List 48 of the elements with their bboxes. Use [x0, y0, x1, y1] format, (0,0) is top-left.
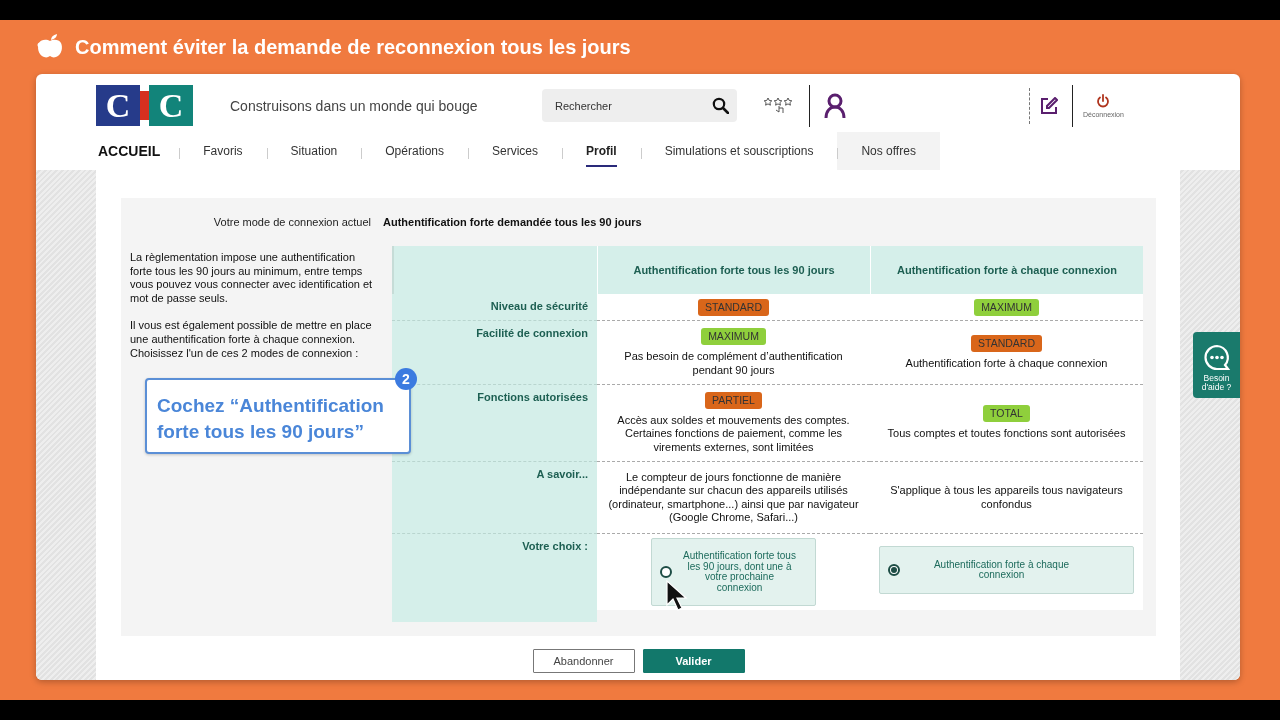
edit-icon[interactable]	[1040, 96, 1058, 115]
user-icon[interactable]	[824, 92, 846, 119]
nav-tab[interactable]: Services	[468, 132, 562, 170]
help-button[interactable]: Besoin d'aide ?	[1193, 332, 1240, 398]
search-field[interactable]: Rechercher	[542, 89, 737, 122]
tagline: Construisons dans un monde qui bouge	[230, 97, 479, 114]
column-header: Authentification forte tous les 90 jours	[597, 246, 870, 294]
radio-button[interactable]	[660, 566, 672, 578]
field-value: Authentification forte demandée tous les 90 jours	[383, 216, 642, 228]
confirm-button[interactable]: Valider	[642, 649, 745, 673]
paragraph: La règlementation impose une authentification forte tous les 90 jours au minimum, entre temps vous pouvez vous connecter avec identification et mot de passe seuls.	[130, 251, 374, 306]
cell-text: Pas besoin de complément d’authentification pendant 90 jours	[623, 350, 844, 377]
cell-text: Accès aux soldes et mouvements des comptes. Certaines fonctions de paiement, comme les virements externes, sont limitées	[616, 413, 851, 455]
cell-text: Authentification forte à chaque connexion	[905, 356, 1108, 371]
level-badge: MAXIMUM	[974, 298, 1039, 316]
nav-tab[interactable]: Profil	[562, 132, 641, 170]
paragraph: Il vous est également possible de mettre en place une authentification forte à chaque connexion. Choisissez l'un de ces 2 modes de connexion :	[130, 319, 373, 361]
nav-tab[interactable]: Opérations	[361, 132, 468, 170]
field-label: Votre mode de connexion actuel	[212, 216, 372, 228]
row-label: Fonctions autorisées	[477, 391, 588, 403]
nav-tab[interactable]: Simulations et souscriptions	[640, 132, 838, 170]
logo[interactable]: C C	[96, 85, 193, 126]
option-card[interactable]: Authentification forte à chaque connexion	[879, 546, 1134, 594]
power-icon	[1096, 93, 1111, 108]
cancel-button[interactable]: Abandonner	[532, 649, 635, 673]
nav-tab[interactable]: Situation	[266, 132, 362, 170]
chat-icon	[1202, 344, 1231, 371]
nav-tab[interactable]: Favoris	[179, 132, 267, 170]
level-badge: PARTIEL	[705, 391, 762, 409]
row-label: Niveau de sécurité	[490, 300, 588, 312]
nav-tab[interactable]: ACCUEIL	[98, 132, 180, 170]
row-label: Votre choix :	[522, 540, 588, 552]
row-label: A savoir...	[536, 468, 588, 480]
level-badge: STANDARD	[698, 298, 769, 316]
nav-tab[interactable]: Nos offres	[837, 132, 940, 170]
option-card[interactable]: Authentification forte tous les 90 jours, dont une à votre prochaine connexion	[651, 538, 816, 606]
cell-text: Tous comptes et toutes fonctions sont autorisées	[887, 427, 1126, 441]
row-label: Facilité de connexion	[476, 327, 588, 339]
cell-text: Le compteur de jours fonctionne de manière indépendante sur chacun des appareils utilisés (ordinateur, smartphone...) ainsi que par navigateur (Google Chrome, Safari...)	[607, 470, 860, 525]
column-header: Authentification forte à chaque connexion	[870, 246, 1143, 294]
search-icon[interactable]	[712, 97, 729, 114]
stars-icon[interactable]	[764, 95, 793, 116]
level-badge: TOTAL	[983, 405, 1030, 423]
level-badge: STANDARD	[971, 334, 1042, 352]
radio-button[interactable]	[888, 564, 900, 576]
video-title: Comment éviter la demande de reconnexion tous les jours	[75, 35, 631, 59]
level-badge: MAXIMUM	[701, 328, 766, 345]
cell-text: S'applique à tous les appareils tous navigateurs confondus	[889, 484, 1124, 511]
